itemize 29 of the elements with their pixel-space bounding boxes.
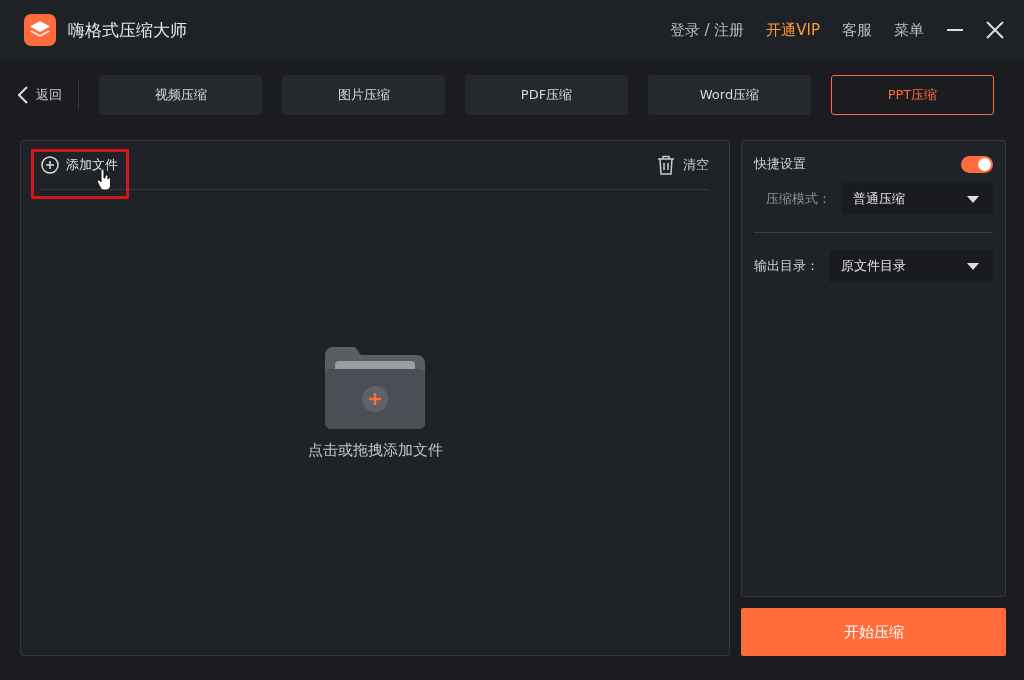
app-logo bbox=[24, 14, 56, 46]
dropdown-caret-icon bbox=[967, 262, 979, 270]
tab[interactable]: Word压缩 bbox=[648, 75, 811, 115]
dropdown[interactable]: 原文件目录 bbox=[829, 250, 993, 282]
dropdown[interactable]: 普通压缩 bbox=[841, 183, 993, 215]
dropdown-caret-icon bbox=[967, 195, 979, 203]
close-icon[interactable] bbox=[986, 21, 1004, 39]
header-link[interactable]: 菜单 bbox=[894, 20, 924, 40]
app-title: 嗨格式压缩大师 bbox=[68, 18, 188, 42]
back-link[interactable]: 返回 bbox=[18, 80, 79, 110]
trash-icon bbox=[657, 155, 675, 175]
add-file-button[interactable]: 添加文件 bbox=[41, 156, 118, 174]
hand-cursor-icon bbox=[96, 169, 112, 191]
tab[interactable]: PDF压缩 bbox=[465, 75, 628, 115]
drop-hint: 点击或拖拽添加文件 bbox=[307, 441, 443, 460]
tab[interactable]: 视频压缩 bbox=[99, 75, 262, 115]
field-label: 输出目录： bbox=[754, 257, 819, 275]
quick-settings-switch[interactable] bbox=[961, 155, 993, 173]
tab[interactable]: PPT压缩 bbox=[831, 75, 994, 115]
vip-link[interactable]: 开通VIP bbox=[766, 20, 820, 40]
settings-title: 快捷设置 bbox=[754, 155, 806, 173]
header-link[interactable]: 客服 bbox=[842, 20, 872, 40]
add-circle-icon bbox=[41, 156, 59, 174]
clear-button[interactable]: 清空 bbox=[657, 155, 709, 175]
back-chevron-icon bbox=[18, 86, 28, 104]
header-link[interactable]: 登录 / 注册 bbox=[669, 20, 745, 40]
add-folder-icon[interactable] bbox=[323, 345, 427, 431]
field-label: 压缩模式： bbox=[766, 190, 831, 208]
tab[interactable]: 图片压缩 bbox=[282, 75, 445, 115]
